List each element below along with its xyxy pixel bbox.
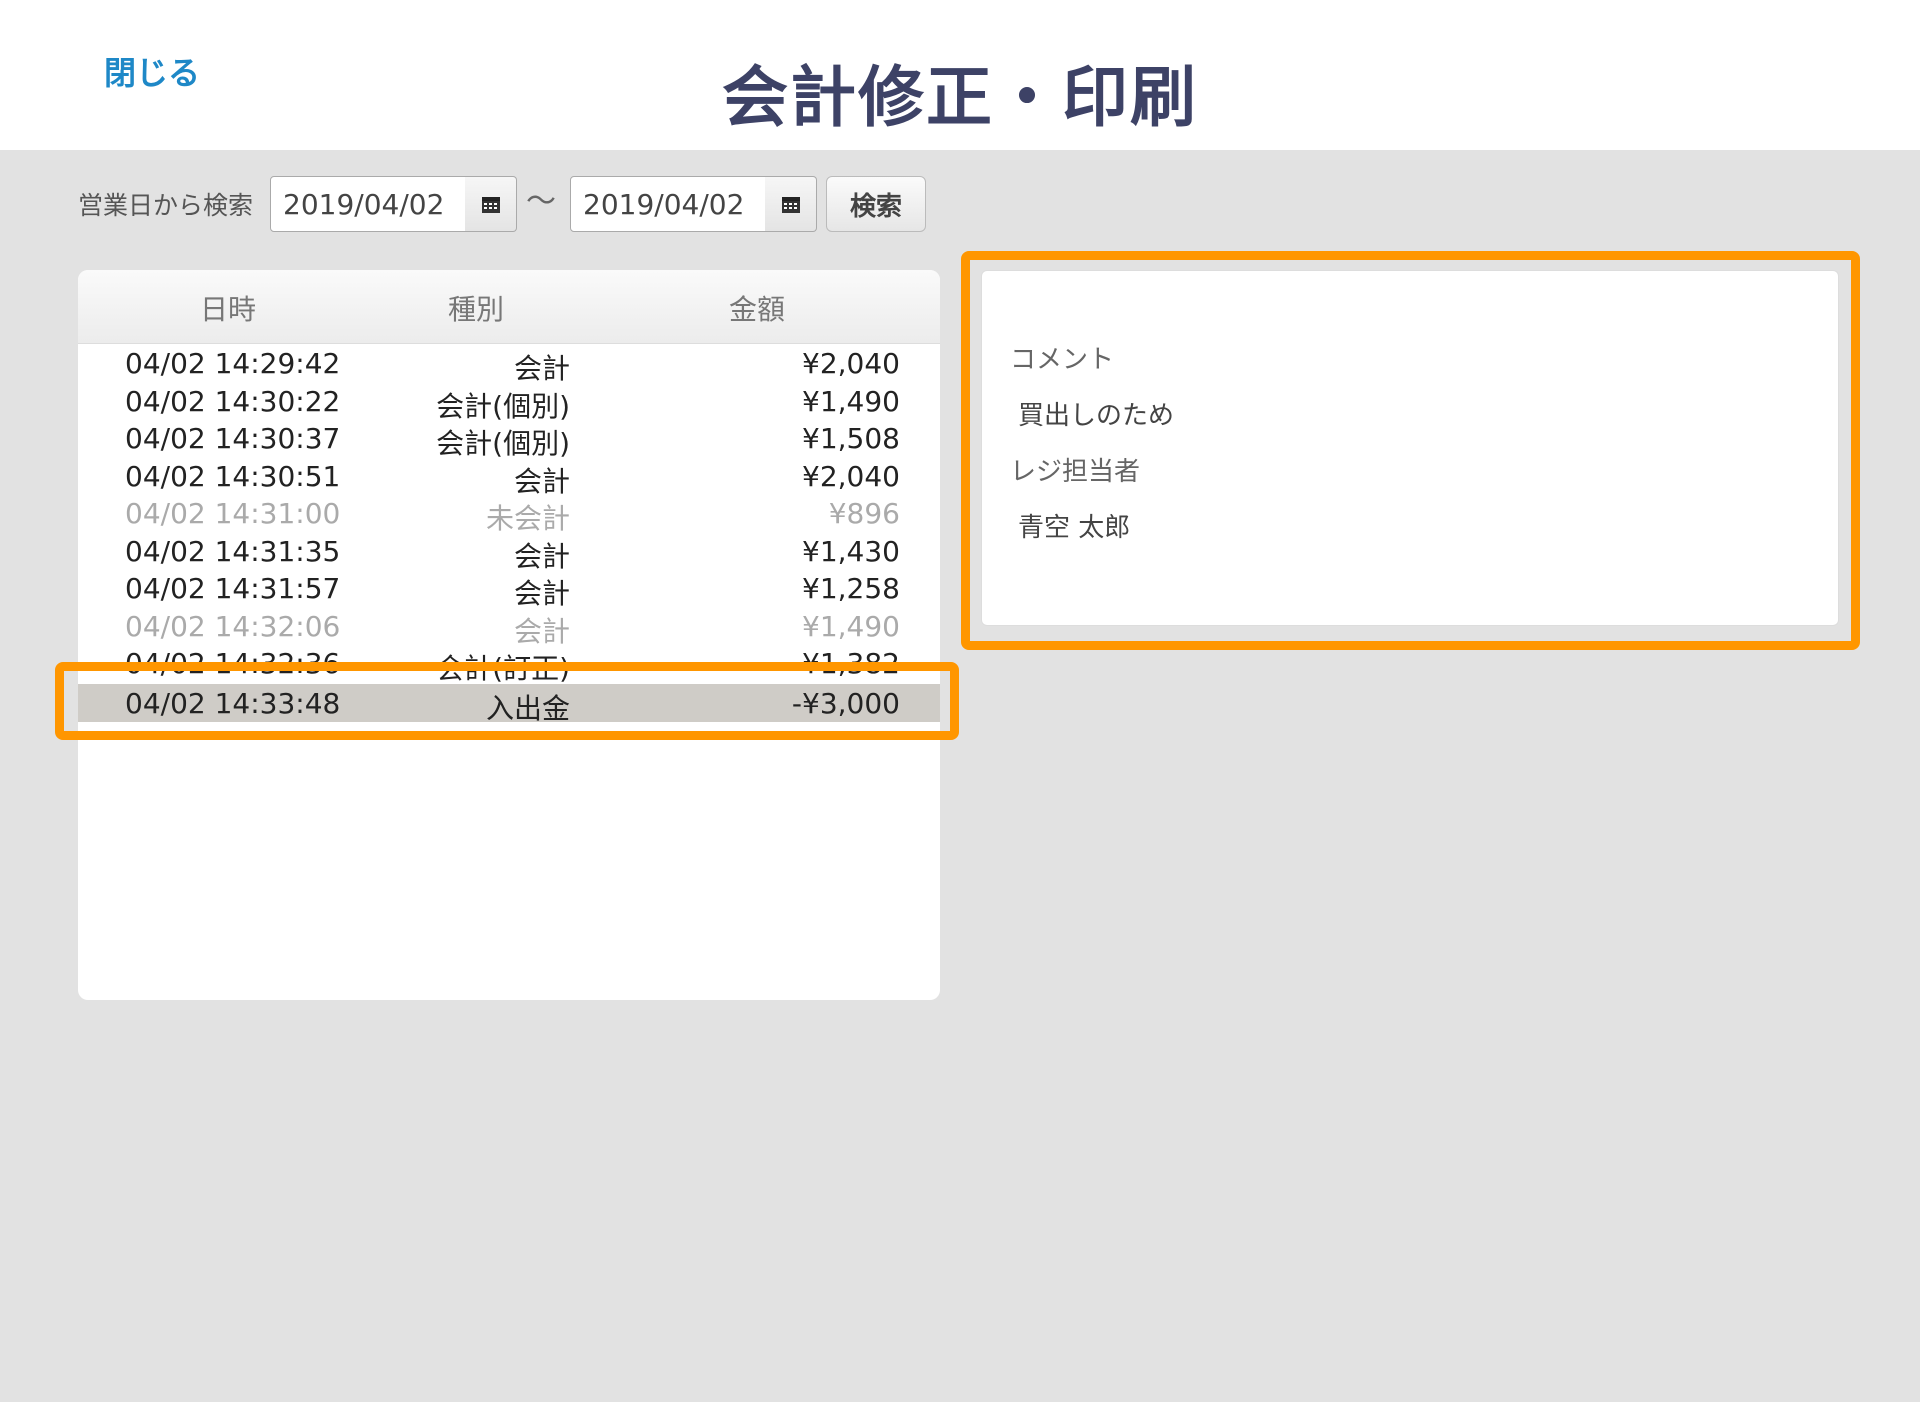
row-type: 入出金: [485, 692, 570, 725]
row-amount: ¥896: [828, 497, 900, 530]
column-header-amount: 金額: [729, 293, 786, 326]
cashier-label: レジ担当者: [1010, 457, 1141, 487]
row-amount: ¥2,040: [802, 460, 900, 493]
transaction-list-panel: 日時 種別 金額 04/02 14:29:42 会計 ¥2,040 04/02 14:…: [78, 270, 940, 1000]
row-type: 会計: [513, 352, 570, 385]
table-row[interactable]: 04/02 14:31:00 未会計 ¥896: [78, 494, 940, 535]
row-datetime: 04/02 14:30:37: [125, 422, 341, 455]
row-amount: -¥3,000: [791, 687, 900, 720]
row-amount: ¥1,490: [802, 610, 900, 643]
table-header: 日時 種別 金額: [78, 270, 940, 344]
to-date-input[interactable]: [570, 176, 766, 232]
row-datetime: 04/02 14:31:57: [125, 572, 341, 605]
row-datetime: 04/02 14:31:35: [125, 535, 341, 568]
calendar-icon: [481, 197, 500, 213]
row-type: 未会計: [485, 502, 570, 535]
table-row[interactable]: 04/02 14:32:36 会計(訂正) ¥1,382: [78, 644, 940, 685]
row-type: 会計: [513, 577, 570, 610]
row-datetime: 04/02 14:33:48: [125, 687, 341, 720]
row-datetime: 04/02 14:31:00: [125, 497, 341, 530]
row-amount: ¥1,430: [802, 535, 900, 568]
calendar-icon: [781, 197, 800, 213]
row-datetime: 04/02 14:30:51: [125, 460, 341, 493]
search-label: 営業日から検索: [78, 191, 254, 220]
table-row[interactable]: 04/02 14:31:57 会計 ¥1,258: [78, 569, 940, 610]
table-row[interactable]: 04/02 14:29:42 会計 ¥2,040: [78, 344, 940, 385]
row-amount: ¥1,490: [802, 385, 900, 418]
search-button[interactable]: 検索: [826, 176, 926, 232]
comment-value: 買出しのため: [1018, 401, 1175, 431]
transaction-rows: 04/02 14:29:42 会計 ¥2,040 04/02 14:30:22 会計(個…: [78, 344, 940, 934]
table-row[interactable]: 04/02 14:30:51 会計 ¥2,040: [78, 457, 940, 498]
transaction-detail-panel: コメント 買出しのため レジ担当者 青空 太郎: [981, 270, 1839, 626]
to-calendar-button[interactable]: [765, 176, 817, 232]
table-row[interactable]: 04/02 14:30:22 会計(個別) ¥1,490: [78, 382, 940, 423]
row-datetime: 04/02 14:29:42: [125, 347, 341, 380]
table-row[interactable]: 04/02 14:32:06 会計 ¥1,490: [78, 607, 940, 648]
from-date-input[interactable]: [270, 176, 466, 232]
row-type: 会計(個別): [436, 427, 570, 460]
column-header-type: 種別: [448, 293, 505, 326]
row-amount: ¥2,040: [802, 347, 900, 380]
row-amount: ¥1,258: [802, 572, 900, 605]
from-calendar-button[interactable]: [465, 176, 517, 232]
row-type: 会計(訂正): [436, 652, 570, 685]
cashier-value: 青空 太郎: [1018, 513, 1131, 543]
row-datetime: 04/02 14:30:22: [125, 385, 341, 418]
table-row[interactable]: 04/02 14:30:37 会計(個別) ¥1,508: [78, 419, 940, 460]
row-datetime: 04/02 14:32:06: [125, 610, 341, 643]
table-row-selected[interactable]: 04/02 14:33:48 入出金 -¥3,000: [78, 684, 940, 725]
page-title: 会計修正・印刷: [722, 59, 1198, 136]
row-amount: ¥1,508: [802, 422, 900, 455]
table-row[interactable]: 04/02 14:31:35 会計 ¥1,430: [78, 532, 940, 573]
header-bar: 閉じる 会計修正・印刷: [0, 0, 1920, 150]
date-range-separator: 〜: [526, 184, 556, 219]
row-amount: ¥1,382: [802, 647, 900, 680]
comment-label: コメント: [1010, 345, 1115, 375]
row-datetime: 04/02 14:32:36: [125, 647, 341, 680]
column-header-datetime: 日時: [200, 293, 257, 326]
